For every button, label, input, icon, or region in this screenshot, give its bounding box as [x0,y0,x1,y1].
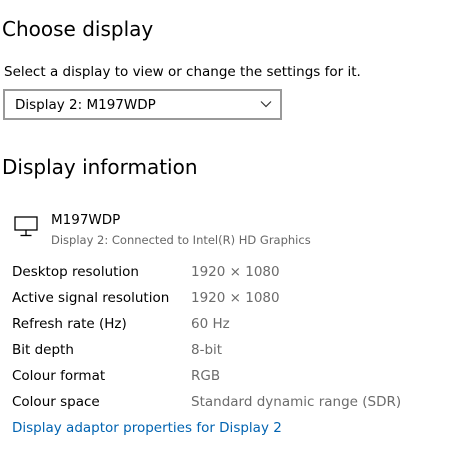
monitor-icon [14,216,38,237]
info-row-active-signal-resolution: Active signal resolution 1920 × 1080 [12,288,452,308]
choose-display-description: Select a display to view or change the s… [4,64,361,80]
chevron-down-icon [260,101,272,108]
info-value: Standard dynamic range (SDR) [191,394,402,410]
info-label: Colour format [12,368,106,384]
display-select[interactable]: Display 2: M197WDP [3,89,282,120]
info-label: Active signal resolution [12,290,170,306]
info-row-bit-depth: Bit depth 8-bit [12,340,452,360]
display-settings-page: Choose display Select a display to view … [0,0,454,456]
display-information-heading: Display information [2,155,198,179]
info-label: Colour space [12,394,100,410]
info-row-refresh-rate: Refresh rate (Hz) 60 Hz [12,314,452,334]
info-label: Refresh rate (Hz) [12,316,127,332]
monitor-name: M197WDP [51,212,121,228]
info-label: Bit depth [12,342,74,358]
info-row-colour-format: Colour format RGB [12,366,452,386]
info-row-desktop-resolution: Desktop resolution 1920 × 1080 [12,262,452,282]
display-adaptor-properties-link[interactable]: Display adaptor properties for Display 2 [12,418,282,438]
info-value: 60 Hz [191,316,230,332]
info-value: 8-bit [191,342,223,358]
display-select-value: Display 2: M197WDP [15,97,156,113]
monitor-connection: Display 2: Connected to Intel(R) HD Grap… [51,233,311,247]
info-value: 1920 × 1080 [191,290,280,306]
info-label: Desktop resolution [12,264,139,280]
info-value: RGB [191,368,221,384]
info-row-colour-space: Colour space Standard dynamic range (SDR… [12,392,452,412]
choose-display-heading: Choose display [2,17,154,41]
info-value: 1920 × 1080 [191,264,280,280]
